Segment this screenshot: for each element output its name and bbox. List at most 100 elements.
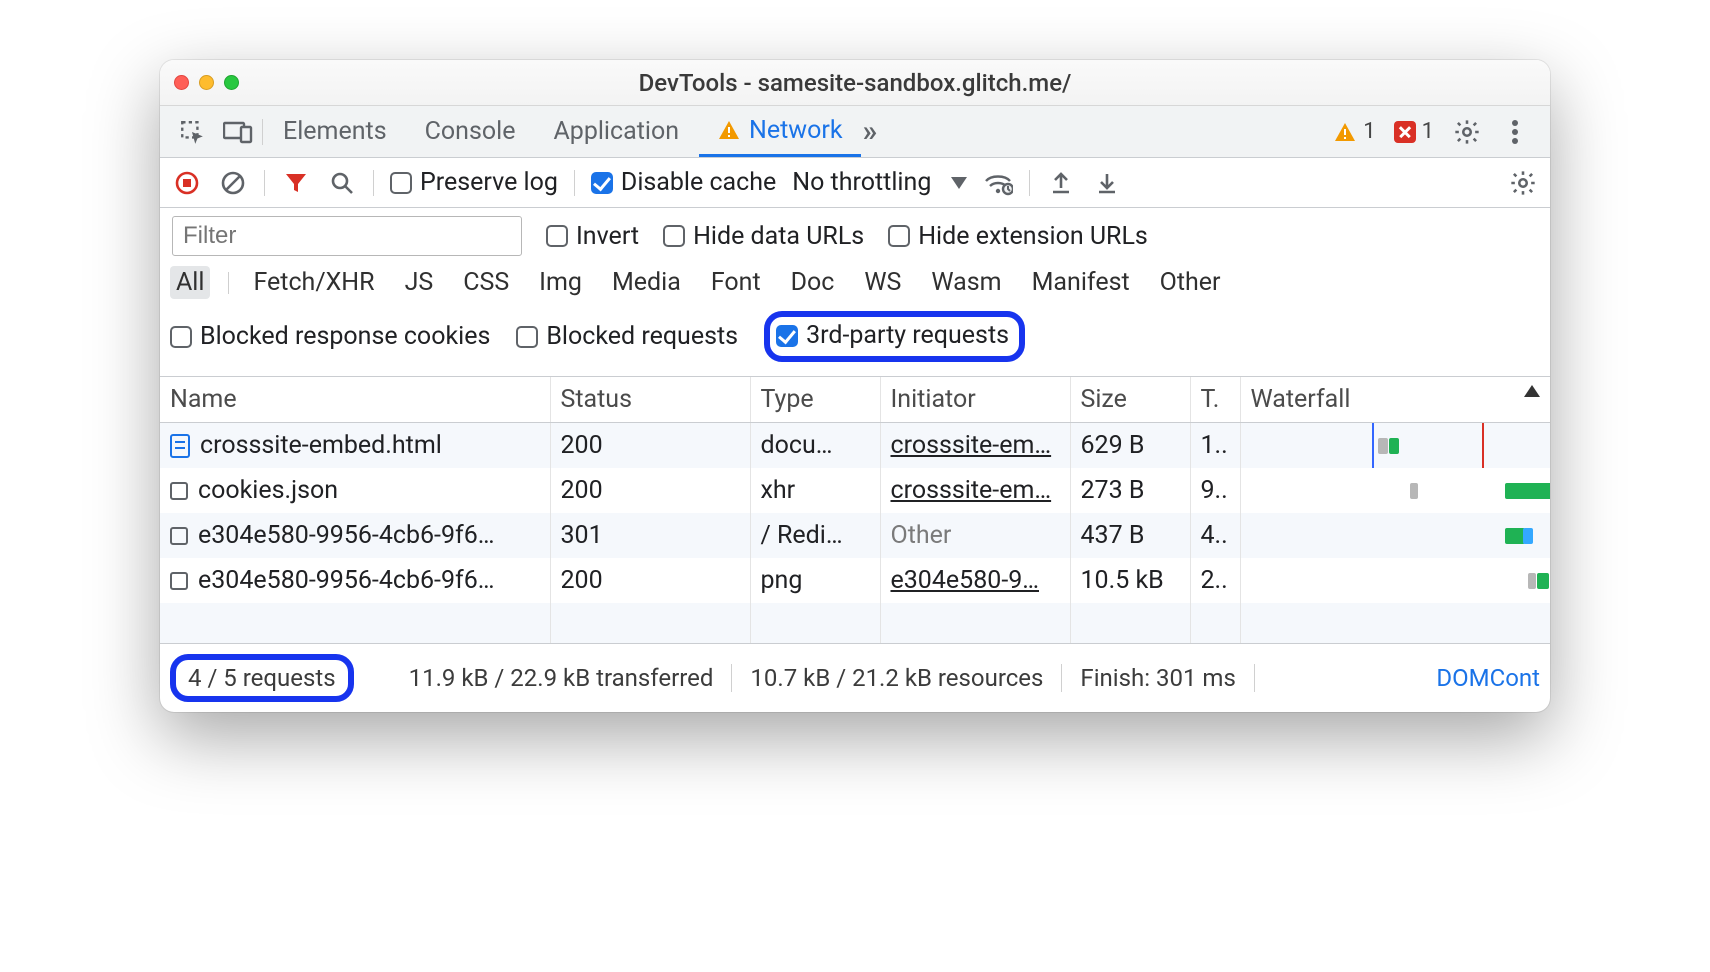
tab-label: Application [553, 117, 679, 146]
invert-checkbox[interactable]: Invert [546, 222, 639, 251]
errors-badge[interactable]: 1 [1394, 119, 1434, 144]
cell-time: 2.. [1190, 558, 1240, 603]
inspect-icon[interactable] [170, 119, 214, 145]
table-row[interactable]: e304e580-9956-4cb6-9f6… 200 png e304e580… [160, 558, 1550, 603]
filter-row: Invert Hide data URLs Hide extension URL… [160, 208, 1550, 262]
disable-cache-checkbox[interactable]: Disable cache [591, 168, 776, 197]
col-status[interactable]: Status [550, 377, 750, 423]
file-icon [170, 527, 188, 545]
thirdparty-label: 3rd-party requests [806, 321, 1009, 350]
col-waterfall[interactable]: Waterfall [1240, 377, 1550, 423]
tab-elements[interactable]: Elements [265, 106, 405, 157]
cell-initiator: Other [891, 521, 952, 550]
type-chip-manifest[interactable]: Manifest [1026, 266, 1136, 299]
col-type[interactable]: Type [750, 377, 880, 423]
type-chip-all[interactable]: All [170, 266, 210, 299]
table-row-empty [160, 603, 1550, 643]
search-icon[interactable] [327, 168, 357, 198]
preserve-log-checkbox[interactable]: Preserve log [390, 168, 558, 197]
type-chip-img[interactable]: Img [533, 266, 588, 299]
network-settings-icon[interactable] [1508, 168, 1538, 198]
waterfall-cell [1251, 477, 1541, 505]
cell-initiator[interactable]: crosssite-em… [891, 431, 1052, 460]
network-toolbar: Preserve log Disable cache No throttling [160, 158, 1550, 208]
cell-status: 200 [550, 468, 750, 513]
devtools-window: DevTools - samesite-sandbox.glitch.me/ E… [160, 60, 1550, 712]
close-window-button[interactable] [174, 75, 189, 90]
tab-application[interactable]: Application [535, 106, 697, 157]
thirdparty-highlight: 3rd-party requests [764, 311, 1025, 362]
clear-button[interactable] [218, 168, 248, 198]
blocked-cookies-label: Blocked response cookies [200, 322, 490, 351]
hide-ext-urls-label: Hide extension URLs [918, 222, 1148, 251]
thirdparty-checkbox[interactable]: 3rd-party requests [776, 321, 1009, 350]
table-row[interactable]: e304e580-9956-4cb6-9f6… 301 / Redi… Othe… [160, 513, 1550, 558]
cell-name: e304e580-9956-4cb6-9f6… [198, 566, 494, 595]
type-chip-css[interactable]: CSS [457, 266, 515, 299]
status-transferred: 11.9 kB / 22.9 kB transferred [391, 664, 733, 692]
table-row[interactable]: cookies.json 200 xhr crosssite-em… 273 B… [160, 468, 1550, 513]
warnings-badge[interactable]: 1 [1333, 119, 1375, 144]
cell-size: 273 B [1070, 468, 1190, 513]
settings-icon[interactable] [1452, 117, 1482, 147]
hide-ext-urls-checkbox[interactable]: Hide extension URLs [888, 222, 1148, 251]
kebab-menu-icon[interactable] [1500, 117, 1530, 147]
type-filters: All Fetch/XHR JS CSS Img Media Font Doc … [160, 262, 1550, 307]
status-bar: 4 / 5 requests 11.9 kB / 22.9 kB transfe… [160, 643, 1550, 712]
cell-time: 1.. [1190, 423, 1240, 469]
status-domcontent: DOMCont [1255, 664, 1540, 692]
filter-icon[interactable] [281, 168, 311, 198]
maximize-window-button[interactable] [224, 75, 239, 90]
record-button[interactable] [172, 168, 202, 198]
chevron-down-icon [951, 177, 967, 189]
disable-cache-label: Disable cache [621, 168, 776, 197]
more-tabs-button[interactable]: » [863, 114, 878, 149]
cell-type: docu… [750, 423, 880, 469]
cell-status: 301 [550, 513, 750, 558]
table-row[interactable]: crosssite-embed.html 200 docu… crosssite… [160, 423, 1550, 469]
filter-input[interactable] [172, 216, 522, 256]
type-chip-wasm[interactable]: Wasm [925, 266, 1007, 299]
file-icon [170, 572, 188, 590]
preserve-log-label: Preserve log [420, 168, 558, 197]
status-requests: 4 / 5 requests [188, 664, 336, 692]
cell-initiator[interactable]: crosssite-em… [891, 476, 1052, 505]
col-size[interactable]: Size [1070, 377, 1190, 423]
download-har-icon[interactable] [1092, 168, 1122, 198]
type-chip-ws[interactable]: WS [858, 266, 907, 299]
type-chip-font[interactable]: Font [705, 266, 767, 299]
cell-time: 9.. [1190, 468, 1240, 513]
type-chip-media[interactable]: Media [606, 266, 687, 299]
network-conditions-icon[interactable] [983, 168, 1013, 198]
blocked-cookies-checkbox[interactable]: Blocked response cookies [170, 322, 490, 351]
blocked-requests-checkbox[interactable]: Blocked requests [516, 322, 738, 351]
type-chip-other[interactable]: Other [1154, 266, 1227, 299]
upload-har-icon[interactable] [1046, 168, 1076, 198]
minimize-window-button[interactable] [199, 75, 214, 90]
warning-icon [1333, 121, 1357, 143]
cell-name: e304e580-9956-4cb6-9f6… [198, 521, 494, 550]
hide-data-urls-label: Hide data URLs [693, 222, 864, 251]
col-initiator[interactable]: Initiator [880, 377, 1070, 423]
cell-name: crosssite-embed.html [200, 431, 442, 460]
requests-highlight: 4 / 5 requests [170, 654, 354, 702]
col-time[interactable]: T. [1190, 377, 1240, 423]
waterfall-cell [1251, 432, 1541, 460]
type-chip-js[interactable]: JS [399, 266, 440, 299]
warning-icon [717, 119, 741, 141]
error-icon [1394, 121, 1416, 143]
tab-network[interactable]: Network [699, 106, 860, 157]
invert-label: Invert [576, 222, 639, 251]
window-title: DevTools - samesite-sandbox.glitch.me/ [160, 69, 1550, 97]
type-chip-fetchxhr[interactable]: Fetch/XHR [247, 266, 380, 299]
col-name[interactable]: Name [160, 377, 550, 423]
throttling-select[interactable]: No throttling [792, 168, 967, 197]
hide-data-urls-checkbox[interactable]: Hide data URLs [663, 222, 864, 251]
type-chip-doc[interactable]: Doc [785, 266, 841, 299]
tab-console[interactable]: Console [407, 106, 534, 157]
cell-initiator[interactable]: e304e580-9… [891, 566, 1040, 595]
cell-type: / Redi… [750, 513, 880, 558]
status-finish: Finish: 301 ms [1062, 664, 1254, 692]
device-toggle-icon[interactable] [216, 120, 260, 144]
traffic-lights [174, 75, 239, 90]
